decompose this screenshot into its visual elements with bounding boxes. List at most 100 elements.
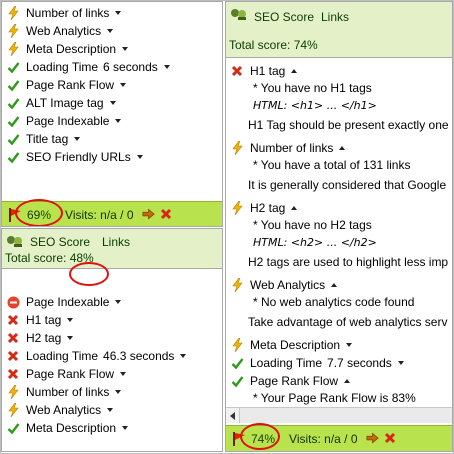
tab-seo-score[interactable]: SEO Score bbox=[30, 235, 90, 249]
check-icon bbox=[6, 421, 20, 435]
score-percent[interactable]: 69% bbox=[27, 208, 51, 222]
check-icon bbox=[6, 150, 20, 164]
chevron-down-icon[interactable] bbox=[74, 137, 81, 141]
check-row-web-analytics[interactable]: Web Analytics bbox=[6, 401, 114, 419]
flag-icon[interactable] bbox=[7, 207, 23, 223]
chevron-down-icon[interactable] bbox=[115, 300, 122, 304]
section-meta-description[interactable]: Meta Description bbox=[230, 336, 353, 354]
cross-icon bbox=[6, 331, 20, 345]
tab-links[interactable]: Links bbox=[102, 235, 130, 249]
chevron-down-icon[interactable] bbox=[107, 29, 114, 33]
visits-text: Visits: n/a / 0 bbox=[289, 431, 358, 446]
check-row-h1-tag[interactable]: H1 tag bbox=[6, 311, 74, 329]
chevron-down-icon[interactable] bbox=[136, 155, 143, 159]
check-label: Web Analytics bbox=[26, 403, 102, 417]
chevron-down-icon[interactable] bbox=[120, 83, 127, 87]
close-icon[interactable] bbox=[160, 208, 174, 222]
total-score: Total score: 48% bbox=[5, 251, 94, 265]
chevron-down-icon[interactable] bbox=[109, 101, 116, 105]
horizontal-scrollbar[interactable] bbox=[226, 407, 452, 423]
chevron-down-icon[interactable] bbox=[180, 354, 187, 358]
check-value: 6 seconds bbox=[103, 60, 158, 74]
section-loading-time[interactable]: Loading Time 7.7 seconds bbox=[230, 354, 404, 372]
seo-logo-icon bbox=[230, 7, 248, 21]
chevron-down-icon[interactable] bbox=[107, 408, 114, 412]
detail-line: It is generally considered that Google bbox=[248, 178, 447, 192]
panel-header: SEO Score Links Total score: 48% bbox=[2, 229, 222, 269]
check-row-number-of-links[interactable]: Number of links bbox=[6, 4, 122, 22]
cross-icon bbox=[230, 64, 244, 78]
chevron-down-icon[interactable] bbox=[346, 343, 353, 347]
tools-icon[interactable] bbox=[366, 432, 380, 446]
chevron-down-icon[interactable] bbox=[122, 426, 129, 430]
check-label: Page Indexable bbox=[26, 295, 110, 309]
check-icon bbox=[6, 96, 20, 110]
check-row-loading-time[interactable]: Loading Time 46.3 seconds bbox=[6, 347, 187, 365]
check-label: Number of links bbox=[26, 385, 110, 399]
chevron-down-icon[interactable] bbox=[67, 318, 74, 322]
chevron-up-icon[interactable] bbox=[291, 69, 298, 73]
detail-line: H2 tags are used to highlight less imp bbox=[248, 255, 449, 269]
section-label: Page Rank Flow bbox=[250, 374, 339, 388]
check-row-page-rank-flow[interactable]: Page Rank Flow bbox=[6, 76, 127, 94]
tools-icon[interactable] bbox=[142, 208, 156, 222]
detail-code: HTML: <h1> ... </h1> bbox=[253, 99, 377, 112]
check-icon bbox=[6, 78, 20, 92]
tab-seo-score[interactable]: SEO Score bbox=[254, 10, 314, 24]
chevron-up-icon[interactable] bbox=[331, 283, 338, 287]
chevron-down-icon[interactable] bbox=[115, 390, 122, 394]
check-icon bbox=[230, 374, 244, 388]
detail-line: Take advantage of web analytics serv bbox=[248, 315, 448, 329]
chevron-down-icon[interactable] bbox=[67, 336, 74, 340]
section-label: H2 tag bbox=[250, 201, 286, 215]
check-row-meta-description[interactable]: Meta Description bbox=[6, 419, 129, 437]
chevron-down-icon[interactable] bbox=[115, 11, 122, 15]
check-label: Number of links bbox=[26, 6, 110, 20]
section-label: Number of links bbox=[250, 141, 334, 155]
chevron-up-icon[interactable] bbox=[339, 146, 346, 150]
check-icon bbox=[6, 132, 20, 146]
chevron-down-icon[interactable] bbox=[122, 47, 129, 51]
cross-icon bbox=[6, 313, 20, 327]
cross-icon bbox=[6, 367, 20, 381]
chevron-up-icon[interactable] bbox=[344, 379, 351, 383]
bolt-icon bbox=[6, 403, 20, 417]
bolt-icon bbox=[230, 278, 244, 292]
chevron-down-icon[interactable] bbox=[115, 119, 122, 123]
section-page-rank-flow[interactable]: Page Rank Flow bbox=[230, 372, 351, 390]
section-h1-tag[interactable]: H1 tag bbox=[230, 62, 298, 80]
check-row-alt-image-tag[interactable]: ALT Image tag bbox=[6, 94, 116, 112]
status-bar: 74% Visits: n/a / 0 bbox=[226, 425, 452, 451]
check-row-meta-description[interactable]: Meta Description bbox=[6, 40, 129, 58]
total-score: Total score: 74% bbox=[229, 38, 318, 52]
chevron-up-icon[interactable] bbox=[291, 206, 298, 210]
check-row-page-rank-flow[interactable]: Page Rank Flow bbox=[6, 365, 127, 383]
check-row-seo-friendly-urls[interactable]: SEO Friendly URLs bbox=[6, 148, 143, 166]
tab-links[interactable]: Links bbox=[321, 10, 349, 24]
chevron-down-icon[interactable] bbox=[120, 372, 127, 376]
check-label: Meta Description bbox=[26, 42, 117, 56]
detail-line: * You have no H1 tags bbox=[253, 81, 372, 95]
check-row-web-analytics[interactable]: Web Analytics bbox=[6, 22, 114, 40]
check-row-page-indexable[interactable]: Page Indexable bbox=[6, 293, 122, 311]
no-entry-icon bbox=[6, 295, 20, 309]
check-row-number-of-links[interactable]: Number of links bbox=[6, 383, 122, 401]
check-row-page-indexable[interactable]: Page Indexable bbox=[6, 112, 122, 130]
check-row-h2-tag[interactable]: H2 tag bbox=[6, 329, 74, 347]
seo-logo-icon bbox=[6, 234, 24, 248]
scroll-left-button[interactable] bbox=[226, 408, 240, 423]
bolt-icon bbox=[6, 42, 20, 56]
close-icon[interactable] bbox=[384, 432, 398, 446]
score-percent[interactable]: 74% bbox=[251, 432, 275, 446]
check-row-loading-time[interactable]: Loading Time 6 seconds bbox=[6, 58, 170, 76]
total-score-value: 48% bbox=[69, 251, 94, 265]
check-label: Meta Description bbox=[26, 421, 117, 435]
chevron-down-icon[interactable] bbox=[163, 65, 170, 69]
flag-icon[interactable] bbox=[231, 431, 247, 447]
chevron-down-icon[interactable] bbox=[397, 361, 404, 365]
section-number-of-links[interactable]: Number of links bbox=[230, 139, 346, 157]
check-row-title-tag[interactable]: Title tag bbox=[6, 130, 81, 148]
section-value: 7.7 seconds bbox=[327, 356, 392, 370]
section-web-analytics[interactable]: Web Analytics bbox=[230, 276, 338, 294]
section-h2-tag[interactable]: H2 tag bbox=[230, 199, 298, 217]
